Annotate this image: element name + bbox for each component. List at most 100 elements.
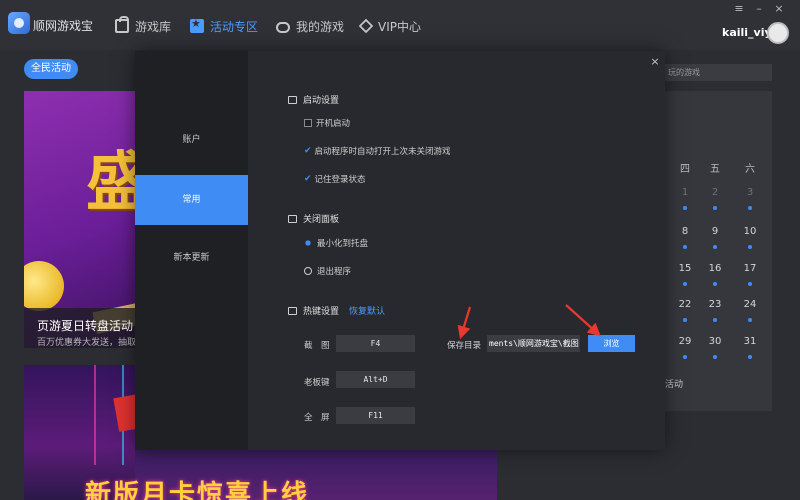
calendar-weekday: 六: [745, 164, 755, 175]
calendar-day[interactable]: 16: [705, 263, 725, 274]
calendar-event-dot: [713, 318, 717, 322]
nav-activity-zone[interactable]: 活动专区: [190, 16, 258, 36]
option-minimize-to-tray[interactable]: 最小化到托盘: [304, 237, 368, 249]
calendar-day[interactable]: 9: [705, 226, 725, 237]
calendar-event-dot: [748, 245, 752, 249]
calendar-event-dot: [713, 355, 717, 359]
option-label: 退出程序: [317, 267, 352, 277]
sidebar-item-general[interactable]: 常用: [135, 175, 248, 225]
screenshot-key-label: 截 图: [304, 341, 330, 351]
boss-key-label: 老板键: [304, 378, 330, 388]
option-launch-on-boot[interactable]: 开机启动: [304, 117, 350, 129]
option-reopen-last-game[interactable]: ✔ 启动程序时自动打开上次未关闭游戏: [304, 145, 451, 157]
nav-label: 游戏库: [135, 19, 172, 34]
calendar-day[interactable]: 30: [705, 336, 725, 347]
fullscreen-key-label: 全 屏: [304, 413, 330, 423]
banner-title: 页游夏日转盘活动: [37, 319, 134, 333]
banner-glyph-icon: 盛: [86, 145, 135, 220]
calendar-event-dot: [713, 206, 717, 210]
nav-my-games[interactable]: 我的游戏: [276, 16, 344, 36]
calendar-weekday: 四: [680, 164, 690, 175]
menu-icon[interactable]: ≡: [732, 2, 746, 15]
keyboard-icon: [288, 306, 297, 315]
app-logo-icon: [8, 12, 30, 34]
calendar-day[interactable]: 22: [675, 299, 695, 310]
calendar-day[interactable]: 10: [740, 226, 760, 237]
store-icon: [115, 16, 129, 33]
nav-vip-center[interactable]: VIP中心: [358, 16, 421, 36]
calendar-weekday: 五: [710, 164, 720, 175]
calendar-day[interactable]: 8: [675, 226, 695, 237]
calendar-day[interactable]: 31: [740, 336, 760, 347]
radio-selected[interactable]: [304, 239, 312, 247]
calendar-day[interactable]: 1: [675, 187, 695, 198]
calendar-event-dot: [748, 206, 752, 210]
activity-calendar: [665, 91, 772, 411]
section-label: 启动设置: [303, 96, 340, 106]
gamepad-icon: [276, 21, 290, 33]
radio-unselected[interactable]: [304, 267, 312, 275]
calendar-event-dot: [683, 282, 687, 286]
calendar-day[interactable]: 3: [740, 187, 760, 198]
option-label: 启动程序时自动打开上次未关闭游戏: [314, 147, 451, 157]
calendar-day[interactable]: 24: [740, 299, 760, 310]
banner-subtitle: 百万优惠券大发送，抽取: [37, 338, 137, 348]
browse-button[interactable]: 浏览: [588, 335, 635, 352]
option-label: 记住登录状态: [314, 175, 366, 185]
settings-dialog: 账户 常用 新本更新 ×: [135, 51, 665, 450]
checkbox-unchecked[interactable]: [304, 119, 312, 127]
monitor-icon: [288, 95, 297, 104]
minimize-icon[interactable]: –: [752, 2, 766, 15]
nav-label: VIP中心: [378, 19, 421, 34]
calendar-day[interactable]: 2: [705, 187, 725, 198]
sidebar-item-updates[interactable]: 新本更新: [135, 233, 248, 283]
option-label: 开机启动: [316, 119, 351, 129]
event-icon: [190, 17, 204, 33]
calendar-event-dot: [713, 282, 717, 286]
diamond-icon: [358, 18, 374, 34]
calendar-event-dot: [748, 282, 752, 286]
hotkey-section-title: 热键设置 恢复默认: [288, 304, 385, 317]
calendar-event-dot: [748, 355, 752, 359]
checkmark-icon[interactable]: ✔: [304, 174, 312, 184]
nav-label: 活动专区: [210, 19, 259, 34]
checkmark-icon[interactable]: ✔: [304, 146, 312, 156]
panel-icon: [288, 214, 297, 223]
boss-key-input[interactable]: Alt+D: [336, 371, 415, 388]
avatar[interactable]: [767, 22, 789, 44]
nav-label: 我的游戏: [296, 19, 345, 34]
game-search-field[interactable]: 玩的游戏: [665, 64, 772, 81]
calendar-day[interactable]: 15: [675, 263, 695, 274]
app-title: 顺网游戏宝: [33, 19, 94, 33]
save-directory-label: 保存目录: [447, 341, 482, 351]
calendar-day[interactable]: 29: [675, 336, 695, 347]
save-directory-input[interactable]: ments\顺网游戏宝\截图: [487, 335, 580, 352]
calendar-event-dot: [683, 206, 687, 210]
calendar-day[interactable]: 17: [740, 263, 760, 274]
restore-default-link[interactable]: 恢复默认: [349, 304, 385, 317]
calendar-event-dot: [748, 318, 752, 322]
screenshot-key-input[interactable]: F4: [336, 335, 415, 352]
close-panel-section-title: 关闭面板: [288, 212, 339, 225]
option-label: 最小化到托盘: [317, 239, 369, 249]
calendar-event-dot: [683, 245, 687, 249]
nav-game-library[interactable]: 游戏库: [115, 16, 171, 36]
settings-sidebar: 账户 常用 新本更新: [135, 51, 248, 450]
calendar-event-dot: [683, 318, 687, 322]
monthly-card-title: 新版月卡惊喜上线: [85, 480, 310, 500]
section-label: 热键设置: [303, 307, 340, 317]
window-close-icon[interactable]: ×: [772, 2, 786, 15]
all-activities-tag[interactable]: 全民活动: [24, 59, 78, 79]
calendar-day[interactable]: 23: [705, 299, 725, 310]
sidebar-item-account[interactable]: 账户: [135, 115, 248, 165]
section-label: 关闭面板: [303, 215, 340, 225]
calendar-event-label[interactable]: 活动: [665, 377, 683, 390]
coin-icon: [24, 261, 64, 311]
calendar-event-dot: [683, 355, 687, 359]
option-exit-program[interactable]: 退出程序: [304, 265, 351, 277]
top-bar: 顺网游戏宝 游戏库 活动专区 我的游戏 VIP中心 ≡ – × kaili_vi…: [0, 0, 800, 50]
option-remember-login[interactable]: ✔ 记住登录状态: [304, 173, 366, 185]
fullscreen-key-input[interactable]: F11: [336, 407, 415, 424]
calendar-event-dot: [713, 245, 717, 249]
dialog-close-icon[interactable]: ×: [649, 55, 661, 68]
